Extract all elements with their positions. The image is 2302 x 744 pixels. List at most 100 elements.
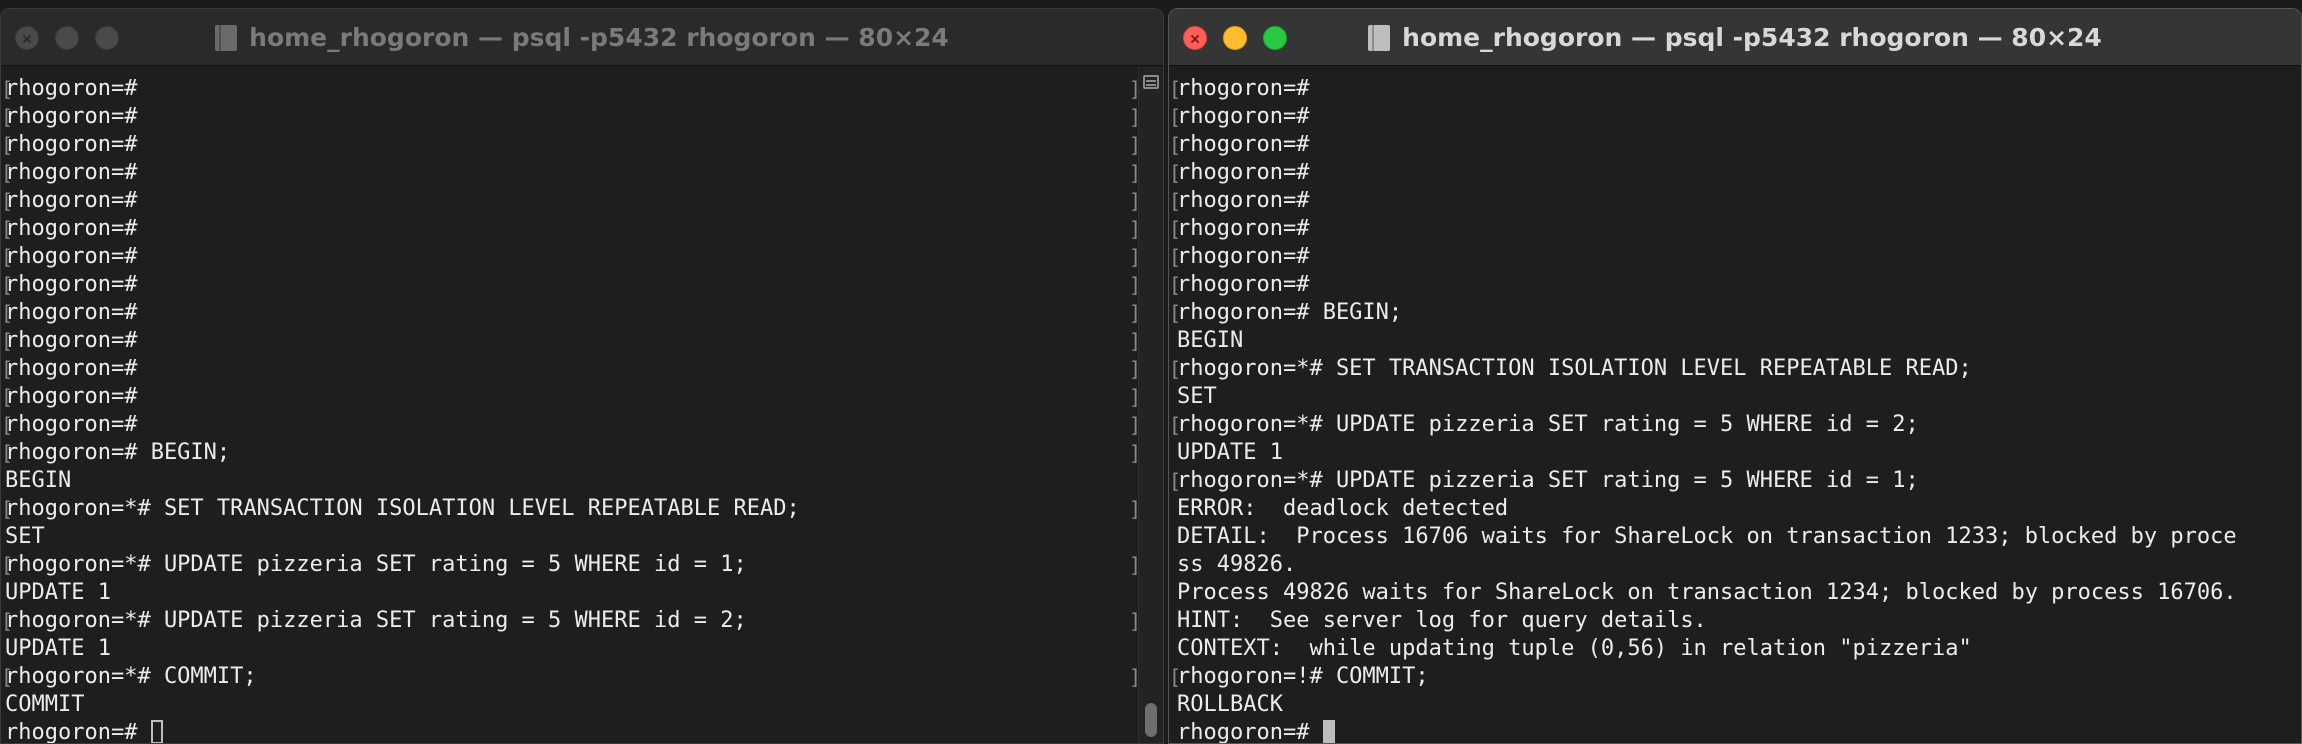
terminal-line-text: COMMIT xyxy=(5,692,85,717)
terminal-line-text: rhogoron=# xyxy=(5,76,138,101)
prompt-mark-icon: [ xyxy=(1169,245,1182,269)
titlebar-right[interactable]: home_rhogoron — psql -p5432 rhogoron — 8… xyxy=(1169,9,2301,66)
prompt-mark-icon: [ xyxy=(1,385,14,409)
prompt-mark-icon: [ xyxy=(1169,469,1182,493)
terminal-line: [rhogoron=# xyxy=(1169,271,2301,299)
terminal-line: [] rhogoron=# xyxy=(1,383,1163,411)
terminal-line: [rhogoron=# xyxy=(1169,75,2301,103)
window-title-text-left: home_rhogoron — psql -p5432 rhogoron — 8… xyxy=(249,23,949,52)
prompt-mark-icon: [ xyxy=(1,441,14,465)
prompt-mark-icon: [ xyxy=(1,245,14,269)
terminal-line: HINT: See server log for query details. xyxy=(1177,607,2301,635)
terminal-line-text: rhogoron=!# COMMIT; xyxy=(1177,664,1429,689)
titlebar-left[interactable]: home_rhogoron — psql -p5432 rhogoron — 8… xyxy=(1,9,1163,66)
terminal-line-text: BEGIN xyxy=(5,468,72,493)
terminal-line-text: UPDATE 1 xyxy=(1177,440,1283,465)
scrollbar-left[interactable] xyxy=(1138,67,1163,743)
terminal-line: [rhogoron=# xyxy=(1169,215,2301,243)
terminal-line-text: rhogoron=# xyxy=(1177,160,1310,185)
terminal-line-text: rhogoron=# xyxy=(5,272,138,297)
terminal-line-text: ERROR: deadlock detected xyxy=(1177,496,1509,521)
terminal-window-right[interactable]: home_rhogoron — psql -p5432 rhogoron — 8… xyxy=(1168,8,2302,744)
prompt-mark-icon: [ xyxy=(1,301,14,325)
terminal-line-text: rhogoron=# xyxy=(5,160,138,185)
terminal-line-text: rhogoron=# xyxy=(1177,132,1310,157)
terminal-line: ss 49826. xyxy=(1177,551,2301,579)
terminal-line-text: rhogoron=# xyxy=(5,132,138,157)
terminal-line-text: rhogoron=*# COMMIT; xyxy=(5,664,257,689)
terminal-line-text: rhogoron=# xyxy=(1177,216,1310,241)
prompt-mark-icon: [ xyxy=(1169,133,1182,157)
terminal-line: [] rhogoron=# xyxy=(1,299,1163,327)
prompt-mark-icon: [ xyxy=(1,497,14,521)
prompt-mark-icon: [ xyxy=(1169,77,1182,101)
terminal-line-text: rhogoron=# xyxy=(1177,188,1310,213)
terminal-line-text: rhogoron=# xyxy=(1177,272,1310,297)
window-title-right: home_rhogoron — psql -p5432 rhogoron — 8… xyxy=(1169,9,2301,66)
prompt-mark-icon: [ xyxy=(1,105,14,129)
terminal-line: BEGIN xyxy=(5,467,1163,495)
terminal-line-text: rhogoron=# xyxy=(5,328,138,353)
terminal-line-text: BEGIN xyxy=(1177,328,1244,353)
prompt-mark-icon: [ xyxy=(1,609,14,633)
prompt-mark-icon: [ xyxy=(1,553,14,577)
terminal-line-text: HINT: See server log for query details. xyxy=(1177,608,1707,633)
terminal-line: [rhogoron=!# COMMIT; xyxy=(1169,663,2301,691)
terminal-line: [] rhogoron=# xyxy=(1,75,1163,103)
prompt-mark-icon: [ xyxy=(1169,357,1182,381)
prompt-mark-icon: [ xyxy=(1169,189,1182,213)
terminal-line: rhogoron=# xyxy=(1177,719,2301,743)
text-cursor xyxy=(1322,720,1335,743)
terminal-line-text: rhogoron=# xyxy=(5,216,138,241)
terminal-line: [] rhogoron=*# UPDATE pizzeria SET rating… xyxy=(1,607,1163,635)
window-title-text-right: home_rhogoron — psql -p5432 rhogoron — 8… xyxy=(1402,23,2102,52)
terminal-line: [] rhogoron=*# SET TRANSACTION ISOLATION … xyxy=(1,495,1163,523)
terminal-line-text: rhogoron=# xyxy=(5,300,138,325)
terminal-line: [rhogoron=# xyxy=(1169,103,2301,131)
prompt-mark-icon: [ xyxy=(1169,217,1182,241)
terminal-line-text: rhogoron=# xyxy=(5,188,138,213)
terminal-line-text: rhogoron=# xyxy=(5,384,138,409)
terminal-line: [] rhogoron=# xyxy=(1,411,1163,439)
terminal-line: CONTEXT: while updating tuple (0,56) in … xyxy=(1177,635,2301,663)
split-pane-icon[interactable] xyxy=(1143,75,1159,89)
terminal-line: [] rhogoron=# xyxy=(1,131,1163,159)
terminal-line-text: UPDATE 1 xyxy=(5,636,111,661)
terminal-line: [] rhogoron=# xyxy=(1,271,1163,299)
prompt-mark-icon: [ xyxy=(1169,301,1182,325)
terminal-line-text: rhogoron=# xyxy=(1177,76,1310,101)
terminal-output-left[interactable]: [] rhogoron=#[] rhogoron=#[] rhogoron=#[] rh… xyxy=(1,67,1163,743)
terminal-line-text: rhogoron=# xyxy=(5,412,138,437)
terminal-line-text: ROLLBACK xyxy=(1177,692,1283,717)
desktop: home_rhogoron — psql -p5432 rhogoron — 8… xyxy=(0,0,2302,744)
terminal-line-text: rhogoron=# BEGIN; xyxy=(5,440,231,465)
terminal-window-left[interactable]: home_rhogoron — psql -p5432 rhogoron — 8… xyxy=(0,8,1164,744)
scroll-thumb-left[interactable] xyxy=(1145,703,1157,737)
prompt-mark-icon: [ xyxy=(1,413,14,437)
prompt-mark-icon: [ xyxy=(1,357,14,381)
prompt-mark-icon: [ xyxy=(1169,273,1182,297)
prompt-mark-icon: [ xyxy=(1,329,14,353)
terminal-line-text: rhogoron=*# UPDATE pizzeria SET rating =… xyxy=(5,608,747,633)
terminal-line-text: SET xyxy=(1177,384,1217,409)
terminal-line: BEGIN xyxy=(1177,327,2301,355)
terminal-line: UPDATE 1 xyxy=(1177,439,2301,467)
terminal-line: [] rhogoron=# BEGIN; xyxy=(1,439,1163,467)
terminal-line-text: Process 49826 waits for ShareLock on tra… xyxy=(1177,580,2237,605)
terminal-line: ERROR: deadlock detected xyxy=(1177,495,2301,523)
terminal-line: [] rhogoron=*# COMMIT; xyxy=(1,663,1163,691)
terminal-line-text: rhogoron=*# UPDATE pizzeria SET rating =… xyxy=(1177,412,1919,437)
terminal-line-text: rhogoron=*# UPDATE pizzeria SET rating =… xyxy=(5,552,747,577)
terminal-line: [rhogoron=# BEGIN; xyxy=(1169,299,2301,327)
terminal-line-text: rhogoron=*# UPDATE pizzeria SET rating =… xyxy=(1177,468,1919,493)
terminal-output-right[interactable]: [rhogoron=#[rhogoron=#[rhogoron=#[rhogor… xyxy=(1169,67,2301,743)
terminal-line: [rhogoron=# xyxy=(1169,187,2301,215)
prompt-mark-icon: [ xyxy=(1,665,14,689)
prompt-mark-icon: [ xyxy=(1169,105,1182,129)
prompt-mark-icon: [ xyxy=(1169,413,1182,437)
terminal-line: [] rhogoron=# xyxy=(1,243,1163,271)
terminal-line: UPDATE 1 xyxy=(5,635,1163,663)
prompt-mark-icon: [ xyxy=(1169,161,1182,185)
window-title-left: home_rhogoron — psql -p5432 rhogoron — 8… xyxy=(1,9,1163,66)
terminal-line-text: rhogoron=# xyxy=(1177,244,1310,269)
